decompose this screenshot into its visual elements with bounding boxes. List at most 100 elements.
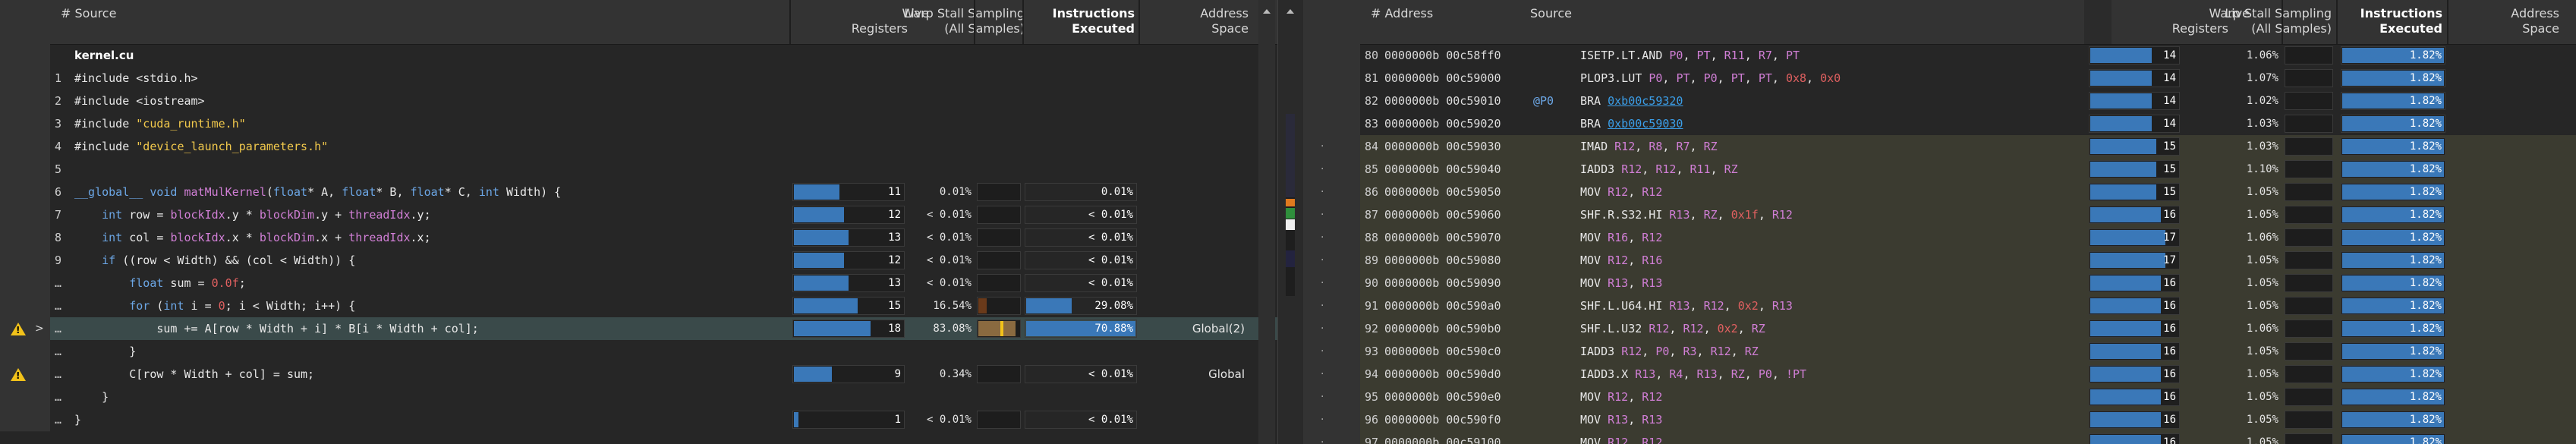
source-line[interactable]: 2 #include <iostream> (0, 90, 1277, 113)
instructions-executed-cell: 70.88% (1025, 320, 1137, 338)
disassembly-line[interactable]: · 87 0000000b 00c59060 SHF.R.S32.HI R13, RZ… (1302, 203, 2576, 227)
line-number: 82 (1365, 94, 1379, 108)
disassembly-line[interactable]: · 97 0000000b 00c59100 MOV R12, R12 16 1.05% 1… (1302, 431, 2576, 444)
header-warp-stall[interactable]: Warp Stall Sampling (All Samples) (880, 6, 1025, 36)
disassembly-line[interactable]: · 85 0000000b 00c59040 IADD3 R12, R12, R11,… (1302, 158, 2576, 181)
scroll-up-icon[interactable] (1263, 9, 1271, 14)
warning-icon[interactable] (11, 368, 26, 381)
warp-stall-bar (2285, 92, 2333, 110)
header-instructions[interactable]: Instructions Executed (1025, 6, 1135, 36)
live-registers-cell: 16 (2089, 388, 2180, 406)
source-line[interactable]: 4 #include "device_launch_parameters.h" (0, 135, 1277, 159)
line-number: 86 (1365, 185, 1379, 199)
code-token: !PT (1785, 367, 1807, 381)
disassembly-line[interactable]: 81 0000000b 00c59000 PLOP3.LUT P0, PT, P0,… (1302, 67, 2576, 90)
source-line[interactable]: 6 __global__ void matMulKernel(float* A, … (0, 181, 1277, 204)
disassembly-line[interactable]: · 92 0000000b 00c590b0 SHF.L.U32 R12, R12, … (1302, 317, 2576, 341)
live-registers-value: 16 (2163, 277, 2176, 289)
live-registers-cell: 15 (2089, 160, 2180, 178)
column-divider[interactable] (974, 0, 975, 44)
source-line[interactable]: 5 (0, 158, 1277, 181)
header-address-space[interactable]: Address Space (1157, 6, 1249, 36)
instruction-text: MOV R12, R12 (1580, 431, 1662, 444)
live-registers-cell: 11 (792, 183, 905, 201)
code-token: blockIdx (170, 231, 225, 244)
instructions-executed-value: 1.82% (2409, 300, 2442, 312)
source-line[interactable]: …} 1 < 0.01% < 0.01% (0, 408, 1277, 432)
source-line[interactable]: … float sum = 0.0f; 13 < 0.01% < 0.01% (0, 272, 1277, 295)
warp-stall-percent: < 0.01% (926, 277, 972, 289)
gutter (0, 67, 50, 90)
minimap[interactable] (1286, 114, 1295, 296)
source-line[interactable]: > … sum += A[row * Width + i] * B[i * Wid… (0, 317, 1277, 341)
column-divider[interactable] (2447, 0, 2448, 44)
code-token: for (129, 299, 150, 313)
code-token: , (1683, 367, 1697, 381)
gutter-marker: · (1321, 231, 1324, 244)
code-token: .x; (410, 231, 431, 244)
split-divider[interactable] (1277, 0, 1303, 444)
branch-target-link[interactable]: 0xb00c59030 (1608, 117, 1683, 131)
instruction-address: 0000000b 00c59040 (1384, 162, 1501, 176)
instructions-executed-cell: 1.82% (2341, 274, 2445, 292)
column-divider[interactable] (789, 0, 791, 44)
line-number: … (55, 276, 62, 290)
source-line[interactable]: 3 #include "cuda_runtime.h" (0, 112, 1277, 136)
column-divider[interactable] (2084, 0, 2112, 44)
disassembly-line[interactable]: · 90 0000000b 00c59090 MOV R13, R13 16 1.05% 1… (1302, 272, 2576, 295)
source-line[interactable]: … } (0, 386, 1277, 409)
disassembly-line[interactable]: · 88 0000000b 00c59070 MOV R16, R12 17 1.06% 1… (1302, 226, 2576, 250)
header-source[interactable]: # Source (61, 6, 116, 21)
live-registers-cell: 12 (792, 251, 905, 269)
source-line[interactable]: … for (int i = 0; i < Width; i++) {15 16.… (0, 294, 1277, 318)
column-divider[interactable] (1022, 0, 1024, 44)
file-name-row[interactable]: kernel.cu (0, 44, 1277, 68)
column-divider[interactable] (2336, 0, 2338, 44)
disassembly-line[interactable]: · 86 0000000b 00c59050 MOV R12, R12 15 1.05% 1… (1302, 181, 2576, 204)
header-address-space[interactable]: Address Space (2464, 6, 2559, 36)
line-number: 95 (1365, 390, 1379, 404)
code-token: PT (1785, 49, 1800, 62)
instruction-text: MOV R16, R12 (1580, 226, 1662, 249)
column-divider[interactable] (1138, 0, 1140, 44)
source-line[interactable]: 1 #include <stdio.h> (0, 67, 1277, 90)
disassembly-line[interactable]: · 91 0000000b 00c590a0 SHF.L.U64.HI R13, R1… (1302, 294, 2576, 318)
source-code: for (int i = 0; i < Width; i++) { (74, 294, 355, 317)
instructions-executed-cell: 1.82% (2341, 160, 2445, 178)
disassembly-line[interactable]: · 89 0000000b 00c59080 MOV R12, R16 17 1.05% 1… (1302, 249, 2576, 272)
disassembly-line[interactable]: · 93 0000000b 00c590c0 IADD3 R12, P0, R3, R… (1302, 340, 2576, 364)
vertical-scrollbar[interactable] (1258, 0, 1275, 444)
live-registers-bar (794, 276, 849, 291)
header-source[interactable]: Source (1530, 6, 1572, 21)
code-token: , (1642, 345, 1656, 358)
warning-icon[interactable] (11, 323, 26, 335)
code-token: 0x1f (1730, 208, 1759, 222)
disassembly-line[interactable]: 82 0000000b 00c59010 @P0 BRA 0xb00c59320 14 1… (1302, 90, 2576, 113)
disassembly-line[interactable]: · 84 0000000b 00c59030 IMAD R12, R8, R7, RZ… (1302, 135, 2576, 159)
header-instructions[interactable]: Instructions Executed (2336, 6, 2442, 36)
source-line[interactable]: 7 int row = blockIdx.y * blockDim.y + th… (0, 203, 1277, 227)
source-line[interactable]: … C[row * Width + col] = sum; 9 0.34% < 0.0… (0, 363, 1277, 386)
disassembly-line[interactable]: · 96 0000000b 00c590f0 MOV R13, R13 16 1.05% 1… (1302, 408, 2576, 432)
disassembly-line[interactable]: 83 0000000b 00c59020 BRA 0xb00c59030 14 1.03… (1302, 112, 2576, 136)
code-token: , (1635, 140, 1649, 153)
branch-target-link[interactable]: 0xb00c59320 (1608, 94, 1683, 108)
code-token: , (1669, 345, 1683, 358)
warp-stall-percent: 1.05% (2246, 209, 2278, 221)
scroll-up-icon[interactable] (1286, 9, 1294, 14)
source-line[interactable]: … } (0, 340, 1277, 364)
instruction-address: 0000000b 00c590f0 (1384, 413, 1501, 427)
instructions-executed-value: 1.82% (2409, 209, 2442, 221)
disassembly-line[interactable]: 80 0000000b 00c58ff0 ISETP.LT.AND P0, PT, … (1302, 44, 2576, 68)
header-warp-stall[interactable]: Warp Stall Sampling (All Samples) (2190, 6, 2332, 36)
source-line[interactable]: 8 int col = blockIdx.x * blockDim.x + th… (0, 226, 1277, 250)
disassembly-line[interactable]: · 94 0000000b 00c590d0 IADD3.X R13, R4, R13… (1302, 363, 2576, 386)
warp-stall-bar (2285, 160, 2333, 178)
live-registers-value: 16 (2163, 345, 2176, 357)
header-address[interactable]: # Address (1371, 6, 1433, 21)
disassembly-line[interactable]: · 95 0000000b 00c590e0 MOV R12, R12 16 1.05% 1… (1302, 386, 2576, 409)
source-line[interactable]: 9 if ((row < Width) && (col < Width)) {1… (0, 249, 1277, 272)
column-divider[interactable] (2282, 0, 2283, 44)
